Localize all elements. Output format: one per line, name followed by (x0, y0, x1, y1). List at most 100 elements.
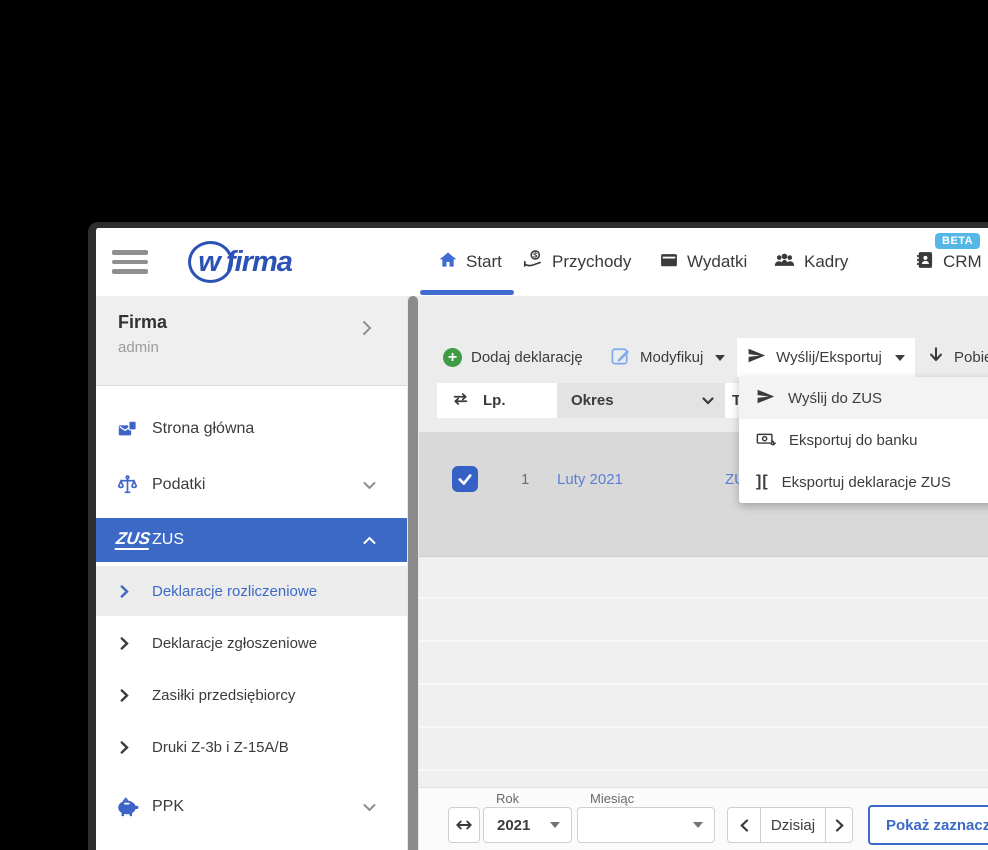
date-nav-group: Dzisiaj (727, 807, 853, 843)
sidebar-subitem-druki[interactable]: Druki Z-3b i Z-15A/B (96, 724, 408, 770)
button-label: Wyślij/Eksportuj (776, 349, 882, 366)
miesiac-select[interactable] (577, 807, 715, 843)
add-declaration-button[interactable]: + Dodaj deklarację (443, 338, 583, 377)
tab-wydatki[interactable]: Wydatki (659, 228, 747, 296)
today-label: Dzisiaj (770, 816, 816, 834)
row-checkbox-checked[interactable] (452, 466, 478, 492)
sidebar-subitem-deklaracje-rozliczeniowe[interactable]: Deklaracje rozliczeniowe (96, 566, 408, 616)
chevron-down-icon (363, 481, 376, 490)
tab-kadry[interactable]: Kadry (773, 228, 848, 296)
next-period-button[interactable] (825, 807, 853, 843)
chevron-right-icon (120, 740, 129, 754)
sidebar-item-label: Podatki (152, 476, 206, 493)
menu-item-label: Eksportuj deklaracje ZUS (781, 473, 951, 491)
contact-book-icon (915, 250, 935, 275)
tab-label: Start (466, 252, 502, 271)
table-header-okres[interactable]: Okres (557, 383, 728, 418)
sidebar-item-strona-glowna[interactable]: Strona główna (96, 406, 408, 452)
miesiac-label: Miesiąc (586, 791, 639, 806)
row-lp-value: 1 (521, 471, 530, 488)
modify-button[interactable]: Modyfikuj (610, 338, 726, 377)
logo-text: firma (226, 245, 293, 278)
hand-coin-icon: $ (523, 249, 544, 275)
sidebar-scrollbar-track (407, 296, 419, 850)
sidebar: Firma admin Strona główna Podatki ZUS ZU… (96, 296, 408, 850)
sidebar-item-label: ZUS (152, 531, 184, 548)
chevron-down-icon (363, 803, 376, 812)
download-button[interactable]: Pobierz (927, 338, 988, 377)
tab-label: Przychody (552, 252, 632, 271)
button-label: Dodaj deklarację (471, 349, 583, 366)
send-export-dropdown-menu: Wyślij do ZUS Eksportuj do banku ][ Eksp… (739, 377, 988, 503)
sidebar-item-label: Strona główna (152, 420, 255, 437)
menu-item-eksportuj-do-banku[interactable]: Eksportuj do banku (739, 419, 988, 461)
chevron-up-icon (363, 536, 376, 545)
sidebar-item-ppk[interactable]: PPK (96, 784, 408, 830)
home-pages-icon (116, 418, 139, 440)
expand-range-button[interactable] (448, 807, 480, 843)
sidebar-subitem-label: Deklaracje zgłoszeniowe (152, 634, 318, 652)
show-selected-button[interactable]: Pokaż zaznaczone (868, 805, 988, 845)
tab-label: Wydatki (687, 252, 748, 271)
empty-rows-area (419, 557, 988, 787)
app-window: w firma Start $ Przychody Wydatki Kadry … (88, 222, 988, 850)
caret-down-icon (693, 822, 703, 828)
chevron-right-icon (120, 636, 129, 650)
home-icon (438, 250, 458, 275)
chevron-right-icon (120, 688, 129, 702)
beta-badge: BETA (935, 233, 981, 249)
column-label: Lp. (483, 392, 506, 409)
tab-przychody[interactable]: $ Przychody (523, 228, 631, 296)
swap-arrows-icon (451, 390, 470, 412)
caret-down-icon (894, 354, 905, 361)
sidebar-subitem-label: Zasiłki przedsiębiorcy (152, 686, 296, 704)
send-export-button[interactable]: Wyślij/Eksportuj (737, 338, 915, 377)
filter-footer: Rok 2021 Miesiąc Dzisiaj Pokaż zaznac (419, 787, 988, 850)
menu-item-label: Eksportuj do banku (789, 431, 918, 449)
hamburger-menu-icon[interactable] (112, 250, 148, 279)
tab-label: CRM (943, 252, 982, 271)
wfirma-logo[interactable]: w firma (188, 241, 293, 283)
caret-down-icon (715, 354, 726, 361)
sidebar-item-zus[interactable]: ZUS ZUS (96, 518, 408, 562)
main-content: + Dodaj deklarację Modyfikuj Wyślij/Eksp… (419, 296, 988, 850)
banknote-export-icon (756, 429, 776, 452)
prev-period-button[interactable] (727, 807, 761, 843)
wallet-icon (659, 250, 679, 275)
button-label: Pobierz (954, 349, 988, 366)
row-okres-link[interactable]: Luty 2021 (557, 471, 623, 488)
paper-plane-icon (756, 387, 775, 410)
button-label: Modyfikuj (640, 349, 704, 366)
tab-start[interactable]: Start (438, 228, 502, 296)
sidebar-subitem-deklaracje-zgloszeniowe[interactable]: Deklaracje zgłoszeniowe (96, 620, 408, 666)
screen-background: w firma Start $ Przychody Wydatki Kadry … (0, 0, 988, 850)
scales-icon (116, 474, 139, 496)
caret-down-icon (550, 822, 560, 828)
menu-item-label: Wyślij do ZUS (788, 389, 883, 407)
sidebar-subitem-label: Deklaracje rozliczeniowe (152, 582, 318, 600)
column-label: Okres (571, 392, 614, 409)
company-user: admin (118, 339, 159, 356)
sort-chevron-icon (702, 392, 714, 409)
sidebar-scrollbar-thumb[interactable] (408, 296, 418, 850)
menu-item-wyslij-do-zus[interactable]: Wyślij do ZUS (739, 377, 988, 419)
sidebar-subitem-zasilki[interactable]: Zasiłki przedsiębiorcy (96, 672, 408, 718)
download-arrow-icon (927, 346, 945, 369)
rok-select[interactable]: 2021 (483, 807, 572, 843)
sidebar-subitem-label: Druki Z-3b i Z-15A/B (152, 738, 289, 756)
plus-circle-icon: + (443, 348, 462, 367)
sidebar-item-podatki[interactable]: Podatki (96, 462, 408, 508)
active-tab-underline (420, 290, 514, 295)
show-selected-label: Pokaż zaznaczone (886, 816, 988, 834)
menu-item-eksportuj-deklaracje-zus[interactable]: ][ Eksportuj deklaracje ZUS (739, 461, 988, 503)
tab-label: Kadry (804, 252, 849, 271)
zus-logo-icon: ZUS (114, 529, 152, 550)
sidebar-item-label: PPK (152, 798, 185, 815)
piggy-bank-icon (116, 796, 140, 818)
rok-value: 2021 (497, 816, 531, 834)
table-header-select[interactable]: Lp. (437, 383, 557, 418)
company-switcher[interactable]: Firma admin (96, 296, 408, 386)
today-button[interactable]: Dzisiaj (761, 807, 825, 843)
chevron-right-icon (362, 320, 372, 341)
xml-brackets-icon: ][ (756, 473, 769, 490)
